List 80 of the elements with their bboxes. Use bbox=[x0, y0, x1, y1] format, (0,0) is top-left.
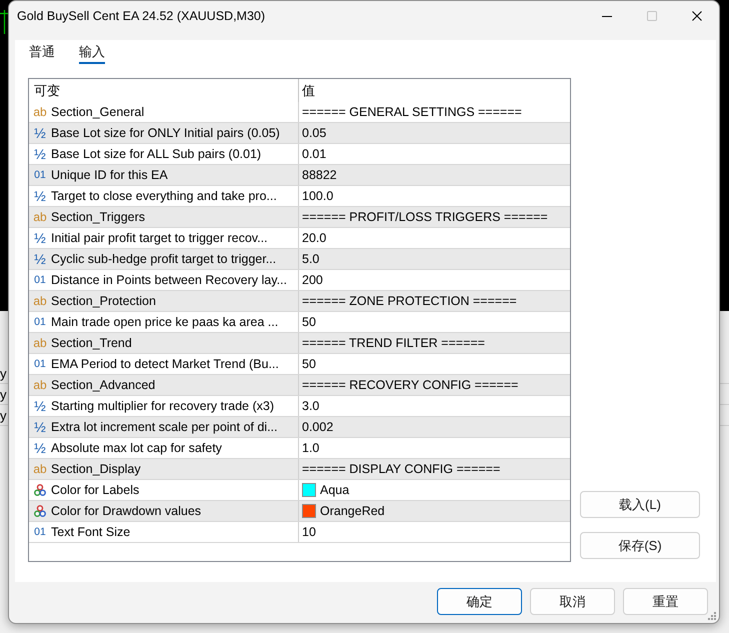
panel-list-text: y bbox=[0, 366, 6, 380]
fraction-icon: ½ bbox=[34, 252, 46, 266]
fraction-icon: ½ bbox=[34, 189, 46, 203]
parameter-name: Base Lot size for ONLY Initial pairs (0.05) bbox=[51, 126, 280, 140]
parameter-name: Section_General bbox=[51, 104, 144, 120]
fraction-icon: ½ bbox=[34, 126, 46, 140]
number-type-icon: 01 bbox=[34, 358, 46, 370]
fraction-icon: ½ bbox=[34, 147, 46, 161]
parameter-name: Section_Triggers bbox=[51, 210, 146, 224]
text-type-icon: ab bbox=[33, 463, 47, 475]
column-header: 值 bbox=[302, 83, 315, 98]
parameter-name: Distance in Points between Recovery lay... bbox=[51, 272, 287, 288]
parameter-value[interactable]: ====== PROFIT/LOSS TRIGGERS ====== bbox=[302, 210, 548, 224]
window-title: Gold BuySell Cent EA 24.52 (XAUUSD,M30) bbox=[17, 8, 266, 24]
dialog-button[interactable]: 确定 bbox=[437, 588, 522, 615]
parameter-name: Extra lot increment scale per point of di... bbox=[51, 420, 278, 434]
parameter-value[interactable]: 200 bbox=[302, 272, 323, 288]
close-icon bbox=[692, 11, 702, 21]
parameter-name: Color for Drawdown values bbox=[51, 504, 202, 518]
parameter-value[interactable]: ====== GENERAL SETTINGS ====== bbox=[302, 104, 522, 120]
parameter-name: Absolute max lot cap for safety bbox=[51, 440, 222, 456]
parameter-name: Section_Protection bbox=[51, 294, 156, 308]
column-header: 可变 bbox=[34, 83, 60, 98]
parameter-name: EMA Period to detect Market Trend (Bu... bbox=[51, 356, 279, 372]
parameter-value[interactable]: ====== ZONE PROTECTION ====== bbox=[302, 294, 517, 308]
maximize-icon bbox=[646, 11, 656, 21]
dialog-button[interactable]: 取消 bbox=[530, 588, 615, 615]
color-circles-icon bbox=[34, 484, 46, 496]
parameter-value[interactable]: 1.0 bbox=[302, 440, 320, 456]
text-type-icon: ab bbox=[33, 295, 47, 307]
parameter-name: Starting multiplier for recovery trade (x3) bbox=[51, 398, 274, 414]
tab[interactable]: 普通 bbox=[29, 42, 55, 64]
side-button[interactable]: 保存(S) bbox=[580, 532, 700, 559]
parameter-name: Color for Labels bbox=[51, 482, 140, 498]
parameter-value[interactable]: 0.05 bbox=[302, 126, 326, 140]
parameter-name: Cyclic sub-hedge profit target to trigger... bbox=[51, 252, 276, 266]
parameter-value[interactable]: 3.0 bbox=[302, 398, 320, 414]
fraction-icon: ½ bbox=[34, 441, 46, 455]
parameter-value[interactable]: 10 bbox=[302, 524, 316, 540]
parameter-name: Section_Display bbox=[51, 462, 141, 476]
text-type-icon: ab bbox=[33, 106, 47, 118]
parameter-value[interactable]: ====== RECOVERY CONFIG ====== bbox=[302, 378, 518, 392]
fraction-icon: ½ bbox=[34, 420, 46, 434]
panel-list-text: y bbox=[0, 386, 6, 402]
text-type-icon: ab bbox=[33, 379, 47, 391]
parameter-value[interactable]: 0.002 bbox=[302, 420, 334, 434]
parameter-name: Initial pair profit target to trigger recov... bbox=[51, 230, 268, 246]
number-type-icon: 01 bbox=[34, 274, 46, 286]
side-button[interactable]: 载入(L) bbox=[580, 491, 700, 518]
parameter-value[interactable]: 88822 bbox=[302, 168, 337, 182]
text-type-icon: ab bbox=[33, 337, 47, 349]
tab[interactable]: 输入 bbox=[79, 42, 105, 64]
fraction-icon: ½ bbox=[34, 231, 46, 245]
parameter-name: Main trade open price ke paas ka area ... bbox=[51, 314, 278, 330]
parameter-value[interactable]: 50 bbox=[302, 356, 316, 372]
panel-list-text: y bbox=[0, 408, 6, 422]
parameter-name: Base Lot size for ALL Sub pairs (0.01) bbox=[51, 146, 262, 162]
number-type-icon: 01 bbox=[34, 526, 46, 538]
color-circles-icon bbox=[34, 505, 46, 517]
number-type-icon: 01 bbox=[34, 169, 46, 181]
parameter-value[interactable]: 0.01 bbox=[302, 146, 326, 162]
parameter-name: Target to close everything and take pro... bbox=[51, 188, 277, 204]
parameter-value[interactable]: 100.0 bbox=[302, 188, 334, 204]
dialog-button[interactable]: 重置 bbox=[623, 588, 708, 615]
parameter-value[interactable]: 50 bbox=[302, 314, 316, 330]
text-type-icon: ab bbox=[33, 211, 47, 223]
parameter-name: Text Font Size bbox=[51, 524, 130, 540]
parameter-name: Section_Trend bbox=[51, 336, 132, 350]
parameter-value[interactable]: ====== TREND FILTER ====== bbox=[302, 336, 485, 350]
resize-grip-icon[interactable] bbox=[708, 612, 716, 620]
parameter-value[interactable]: ====== DISPLAY CONFIG ====== bbox=[302, 462, 500, 476]
parameter-name: Section_Advanced bbox=[51, 378, 156, 392]
parameter-value[interactable]: Aqua bbox=[320, 482, 350, 498]
number-type-icon: 01 bbox=[34, 316, 46, 328]
parameter-value[interactable]: 5.0 bbox=[302, 252, 320, 266]
parameter-name: Unique ID for this EA bbox=[51, 168, 168, 182]
fraction-icon: ½ bbox=[34, 399, 46, 413]
parameter-value[interactable]: 20.0 bbox=[302, 230, 326, 246]
parameter-value[interactable]: OrangeRed bbox=[320, 504, 385, 518]
chart-candle-drawing bbox=[0, 10, 8, 34]
